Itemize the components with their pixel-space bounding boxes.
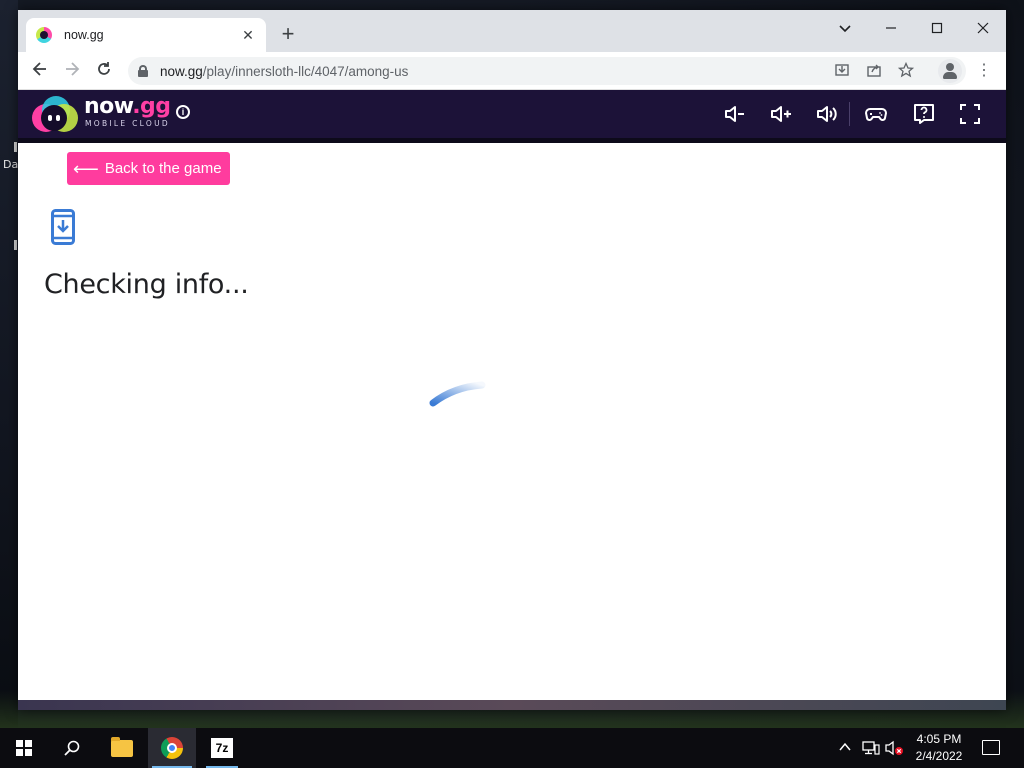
phone-download-icon — [51, 209, 75, 245]
clock-date: 2/4/2022 — [915, 749, 963, 763]
minimize-icon — [886, 27, 896, 29]
file-explorer-button[interactable] — [98, 728, 146, 768]
volume-mute-icon[interactable] — [815, 102, 839, 126]
nowgg-logo-text[interactable]: now.gg — [84, 96, 171, 118]
install-icon[interactable] — [832, 62, 852, 82]
minimize-button[interactable] — [868, 16, 914, 44]
nowgg-favicon-icon — [36, 27, 52, 43]
volume-muted-icon[interactable] — [885, 740, 905, 756]
tab-search-button[interactable] — [822, 16, 868, 44]
start-button[interactable] — [0, 728, 48, 768]
maximize-icon — [931, 22, 943, 34]
window-bottom-edge — [18, 700, 1006, 710]
share-icon[interactable] — [864, 62, 884, 82]
desktop-icon-fragment — [14, 142, 17, 152]
nowgg-header: now.gg MOBILE CLOUD i — [18, 90, 1006, 138]
lock-icon — [138, 65, 148, 77]
search-icon — [64, 740, 80, 756]
tab-title: now.gg — [64, 28, 104, 42]
tab-strip: now.gg ✕ + — [18, 10, 1006, 52]
close-window-button[interactable] — [960, 16, 1006, 44]
chrome-taskbar-button[interactable] — [148, 728, 196, 768]
clock-time: 4:05 PM — [916, 732, 962, 746]
volume-up-icon[interactable] — [769, 102, 793, 126]
notification-icon[interactable] — [982, 740, 1000, 755]
reload-icon — [98, 62, 110, 75]
help-icon[interactable] — [912, 102, 936, 126]
browser-window: now.gg ✕ + now.gg/play/innersloth-llc/40… — [18, 10, 1006, 710]
arrow-right-icon — [66, 62, 80, 76]
network-icon[interactable] — [862, 740, 880, 756]
new-tab-button[interactable]: + — [276, 23, 300, 47]
taskbar-clock[interactable]: 4:05 PM 2/4/2022 — [905, 731, 973, 765]
back-nav-button[interactable] — [26, 58, 54, 84]
file-explorer-icon — [111, 736, 133, 757]
fullscreen-icon[interactable] — [958, 102, 982, 126]
7zip-taskbar-button[interactable]: 7z — [198, 728, 246, 768]
browser-toolbar: now.gg/play/innersloth-llc/4047/among-us… — [18, 52, 1006, 90]
header-divider — [849, 102, 850, 126]
desktop-icon-fragment — [14, 240, 17, 250]
main-content: ⟵ Back to the game Checking info... — [18, 143, 1006, 700]
chevron-down-icon — [839, 25, 851, 33]
arrow-left-icon: ⟵ — [73, 158, 99, 179]
status-title: Checking info... — [44, 269, 249, 300]
nowgg-logo-icon[interactable] — [32, 96, 78, 132]
forward-nav-button[interactable] — [58, 58, 86, 84]
maximize-button[interactable] — [914, 16, 960, 44]
taskbar: 7z 4:05 PM 2/4/2022 — [0, 728, 1024, 768]
loading-spinner — [426, 375, 486, 415]
reload-button[interactable] — [90, 58, 118, 84]
desktop-label-fragment: Da — [3, 158, 19, 171]
tab-nowgg[interactable]: now.gg ✕ — [26, 18, 266, 52]
start-icon — [16, 740, 32, 756]
star-icon[interactable] — [896, 61, 916, 82]
profile-avatar-icon[interactable] — [938, 59, 962, 83]
desktop-edge: Da — [0, 0, 18, 728]
back-to-game-label: Back to the game — [104, 160, 222, 177]
chrome-icon — [161, 737, 183, 759]
7zip-icon: 7z — [211, 738, 233, 758]
back-to-game-button[interactable]: ⟵ Back to the game — [67, 152, 230, 185]
address-bar[interactable]: now.gg/play/innersloth-llc/4047/among-us — [128, 57, 966, 85]
arrow-left-icon — [32, 62, 46, 76]
close-icon — [977, 22, 989, 34]
volume-down-icon[interactable] — [723, 102, 747, 126]
info-icon[interactable]: i — [176, 105, 190, 119]
gamepad-icon[interactable] — [864, 102, 888, 126]
url-text: now.gg/play/innersloth-llc/4047/among-us — [160, 63, 409, 79]
show-hidden-icons-icon[interactable] — [838, 740, 852, 756]
browser-menu-icon[interactable]: ⋮ — [976, 58, 992, 84]
search-button[interactable] — [48, 728, 96, 768]
logo-subtitle: MOBILE CLOUD — [85, 119, 170, 128]
tab-close-icon[interactable]: ✕ — [240, 27, 256, 44]
